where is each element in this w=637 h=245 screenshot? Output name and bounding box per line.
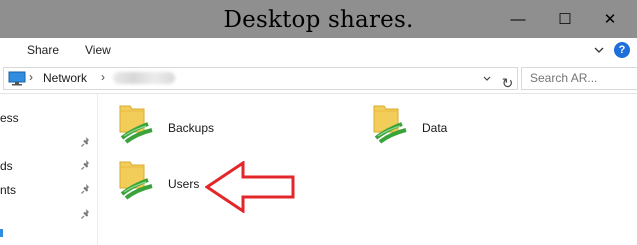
close-button[interactable]: ✕ — [588, 6, 632, 32]
title-bar: Desktop shares. — ☐ ✕ — [0, 0, 637, 38]
network-share-folder-icon — [119, 105, 153, 144]
share-item-label: Users — [168, 177, 200, 191]
breadcrumb-network[interactable]: Network — [43, 71, 87, 85]
pin-icon[interactable] — [80, 183, 92, 195]
breadcrumb-separator[interactable]: › — [29, 70, 33, 84]
pin-icon[interactable] — [80, 159, 92, 171]
tab-share[interactable]: Share — [27, 43, 59, 57]
expand-ribbon-chevron-icon[interactable] — [592, 43, 606, 57]
network-share-folder-icon — [373, 105, 407, 144]
red-arrow-annotation-icon — [205, 161, 295, 213]
share-item-label: Backups — [168, 121, 215, 135]
tab-view[interactable]: View — [85, 43, 111, 57]
address-bar[interactable]: › Network › ↻ — [3, 67, 518, 93]
refresh-button[interactable]: ↻ — [498, 74, 517, 93]
search-input[interactable] — [522, 68, 630, 87]
window-title: Desktop shares. — [223, 7, 414, 33]
computer-icon — [8, 71, 26, 86]
help-button[interactable]: ? — [614, 42, 630, 58]
maximize-button[interactable]: ☐ — [543, 6, 587, 32]
nav-item-quick-access[interactable]: ess — [0, 111, 19, 125]
nav-item-documents[interactable]: nts — [0, 183, 16, 197]
breadcrumb-separator[interactable]: › — [101, 70, 105, 84]
navigation-pane: ess ds nts — [0, 94, 98, 245]
pin-icon[interactable] — [80, 208, 92, 220]
address-dropdown-icon[interactable] — [482, 71, 492, 87]
search-box[interactable] — [521, 67, 637, 90]
nav-item-downloads[interactable]: ds — [0, 159, 13, 173]
ribbon-tabs: Share View ? — [0, 38, 637, 62]
address-row: › Network › ↻ — [0, 62, 637, 94]
nav-item-fragment — [0, 229, 3, 237]
minimize-button[interactable]: — — [496, 6, 540, 32]
redacted-computer-name — [113, 72, 175, 84]
pin-icon[interactable] — [80, 136, 92, 148]
network-share-folder-icon — [119, 161, 153, 200]
share-item-label: Data — [422, 121, 448, 135]
